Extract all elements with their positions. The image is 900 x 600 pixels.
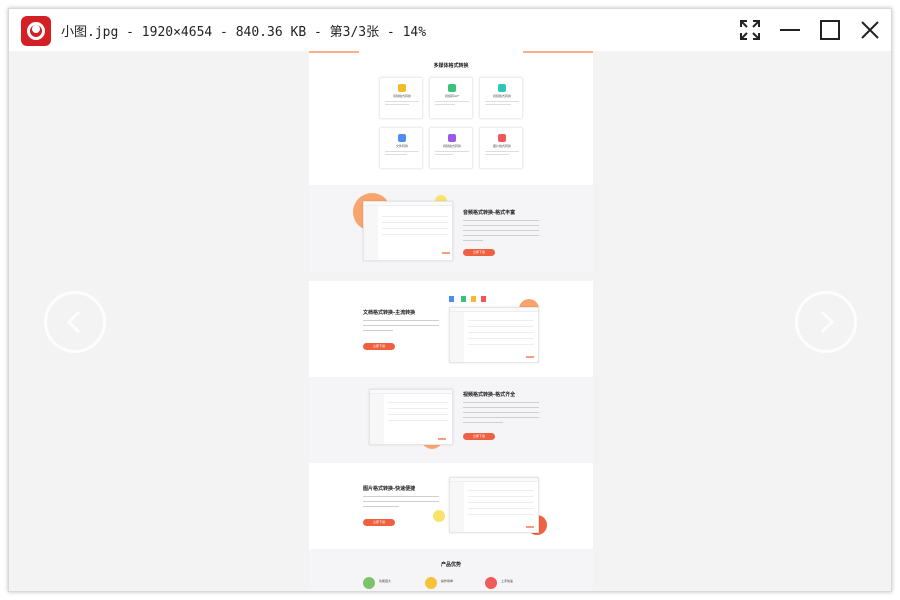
advantages-section: 产品优势 功能强大 操作简单 上手快速 (309, 549, 593, 591)
feature-card: 视频转GIF (429, 77, 473, 119)
previous-image-button[interactable] (44, 291, 106, 353)
multimedia-section: 多媒体格式转换 音频格式转换 视频转GIF 视频格式转换 文件转换 视频格式转换… (309, 51, 593, 185)
feature-card: 音频格式转换 (379, 77, 423, 119)
minimize-button[interactable] (775, 15, 805, 45)
feature-card: 图片格式转换 (479, 127, 523, 169)
gif-icon (448, 84, 456, 92)
document-feature-section: 文档格式转换-主流转换 立即下载 (309, 281, 593, 377)
quick-start-icon (485, 577, 497, 589)
feature-card: 文件转换 (379, 127, 423, 169)
photo-viewer-logo-icon (21, 16, 51, 46)
power-icon (363, 577, 375, 589)
feature-title: 音频格式转换-格式丰富 (463, 210, 516, 216)
fullscreen-icon (740, 20, 760, 40)
document-icon (398, 134, 406, 142)
app-screenshot (363, 201, 453, 261)
feature-title: 视频格式转换-格式齐全 (463, 392, 516, 398)
feature-card: 视频格式转换 (429, 127, 473, 169)
app-screenshot (449, 477, 539, 533)
advantages-title: 产品优势 (440, 562, 461, 568)
feature-card: 视频格式转换 (479, 77, 523, 119)
title-bar[interactable]: 小图.jpg - 1920×4654 - 840.36 KB - 第3/3张 -… (9, 9, 891, 51)
feature-title: 文档格式转换-主流转换 (363, 310, 416, 316)
close-button[interactable] (855, 15, 885, 45)
image-viewer-window: 小图.jpg - 1920×4654 - 840.36 KB - 第3/3张 -… (8, 8, 892, 592)
app-screenshot (369, 389, 453, 445)
audio-icon (398, 84, 406, 92)
image-canvas[interactable]: 多媒体格式转换 音频格式转换 视频转GIF 视频格式转换 文件转换 视频格式转换… (9, 51, 891, 591)
download-button: 立即下载 (363, 519, 395, 526)
video-feature-section: 视频格式转换-格式齐全 立即下载 (309, 377, 593, 463)
download-button: 立即下载 (463, 249, 495, 256)
audio-feature-section: 音频格式转换-格式丰富 立即下载 (309, 185, 593, 273)
download-button: 立即下载 (363, 343, 395, 350)
close-icon (861, 21, 879, 39)
window-title: 小图.jpg - 1920×4654 - 840.36 KB - 第3/3张 -… (61, 25, 427, 40)
image-feature-section: 图片格式转换-快速便捷 立即下载 (309, 463, 593, 549)
section-title: 多媒体格式转换 (433, 63, 469, 69)
app-screenshot (449, 307, 539, 363)
displayed-image: 多媒体格式转换 音频格式转换 视频转GIF 视频格式转换 文件转换 视频格式转换… (309, 51, 593, 591)
chevron-right-icon (820, 310, 835, 334)
download-button: 立即下载 (463, 433, 495, 440)
video-convert-icon (448, 134, 456, 142)
maximize-icon (820, 20, 840, 40)
image-icon (498, 134, 506, 142)
minimize-icon (780, 29, 800, 31)
next-image-button[interactable] (795, 291, 857, 353)
maximize-button[interactable] (815, 15, 845, 45)
video-icon (498, 84, 506, 92)
fullscreen-button[interactable] (735, 15, 765, 45)
chevron-left-icon (66, 310, 81, 334)
feature-title: 图片格式转换-快速便捷 (363, 486, 416, 492)
simple-icon (425, 577, 437, 589)
